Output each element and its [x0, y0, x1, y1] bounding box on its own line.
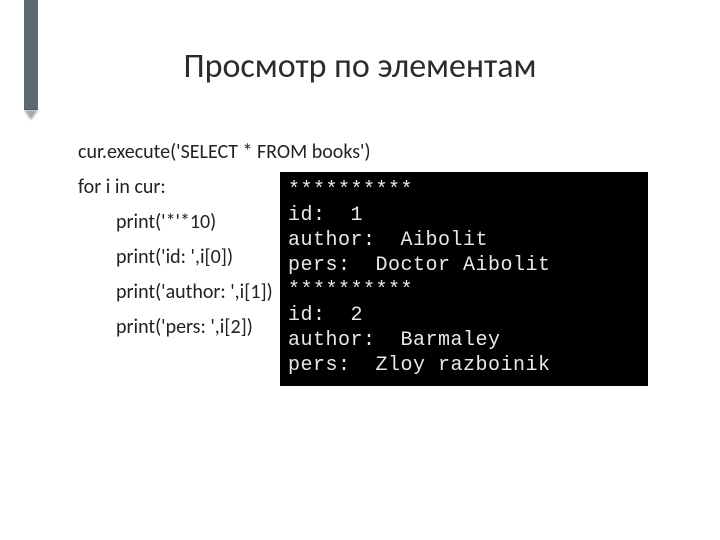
terminal-line: author: Aibolit	[288, 229, 488, 252]
terminal-output: ********** id: 1 author: Aibolit pers: D…	[280, 172, 648, 386]
code-line: cur.execute('SELECT * FROM books')	[78, 140, 371, 164]
terminal-line: pers: Zloy razboinik	[288, 354, 551, 377]
terminal-line: id: 1	[288, 204, 363, 227]
terminal-line: author: Barmaley	[288, 329, 501, 352]
terminal-line: **********	[288, 179, 413, 202]
terminal-line: pers: Doctor Aibolit	[288, 254, 551, 277]
accent-bar-shadow	[24, 110, 38, 120]
terminal-line: **********	[288, 279, 413, 302]
code-line: for i in cur:	[78, 175, 166, 199]
slide-title: Просмотр по элементам	[0, 46, 720, 87]
terminal-line: id: 2	[288, 304, 363, 327]
